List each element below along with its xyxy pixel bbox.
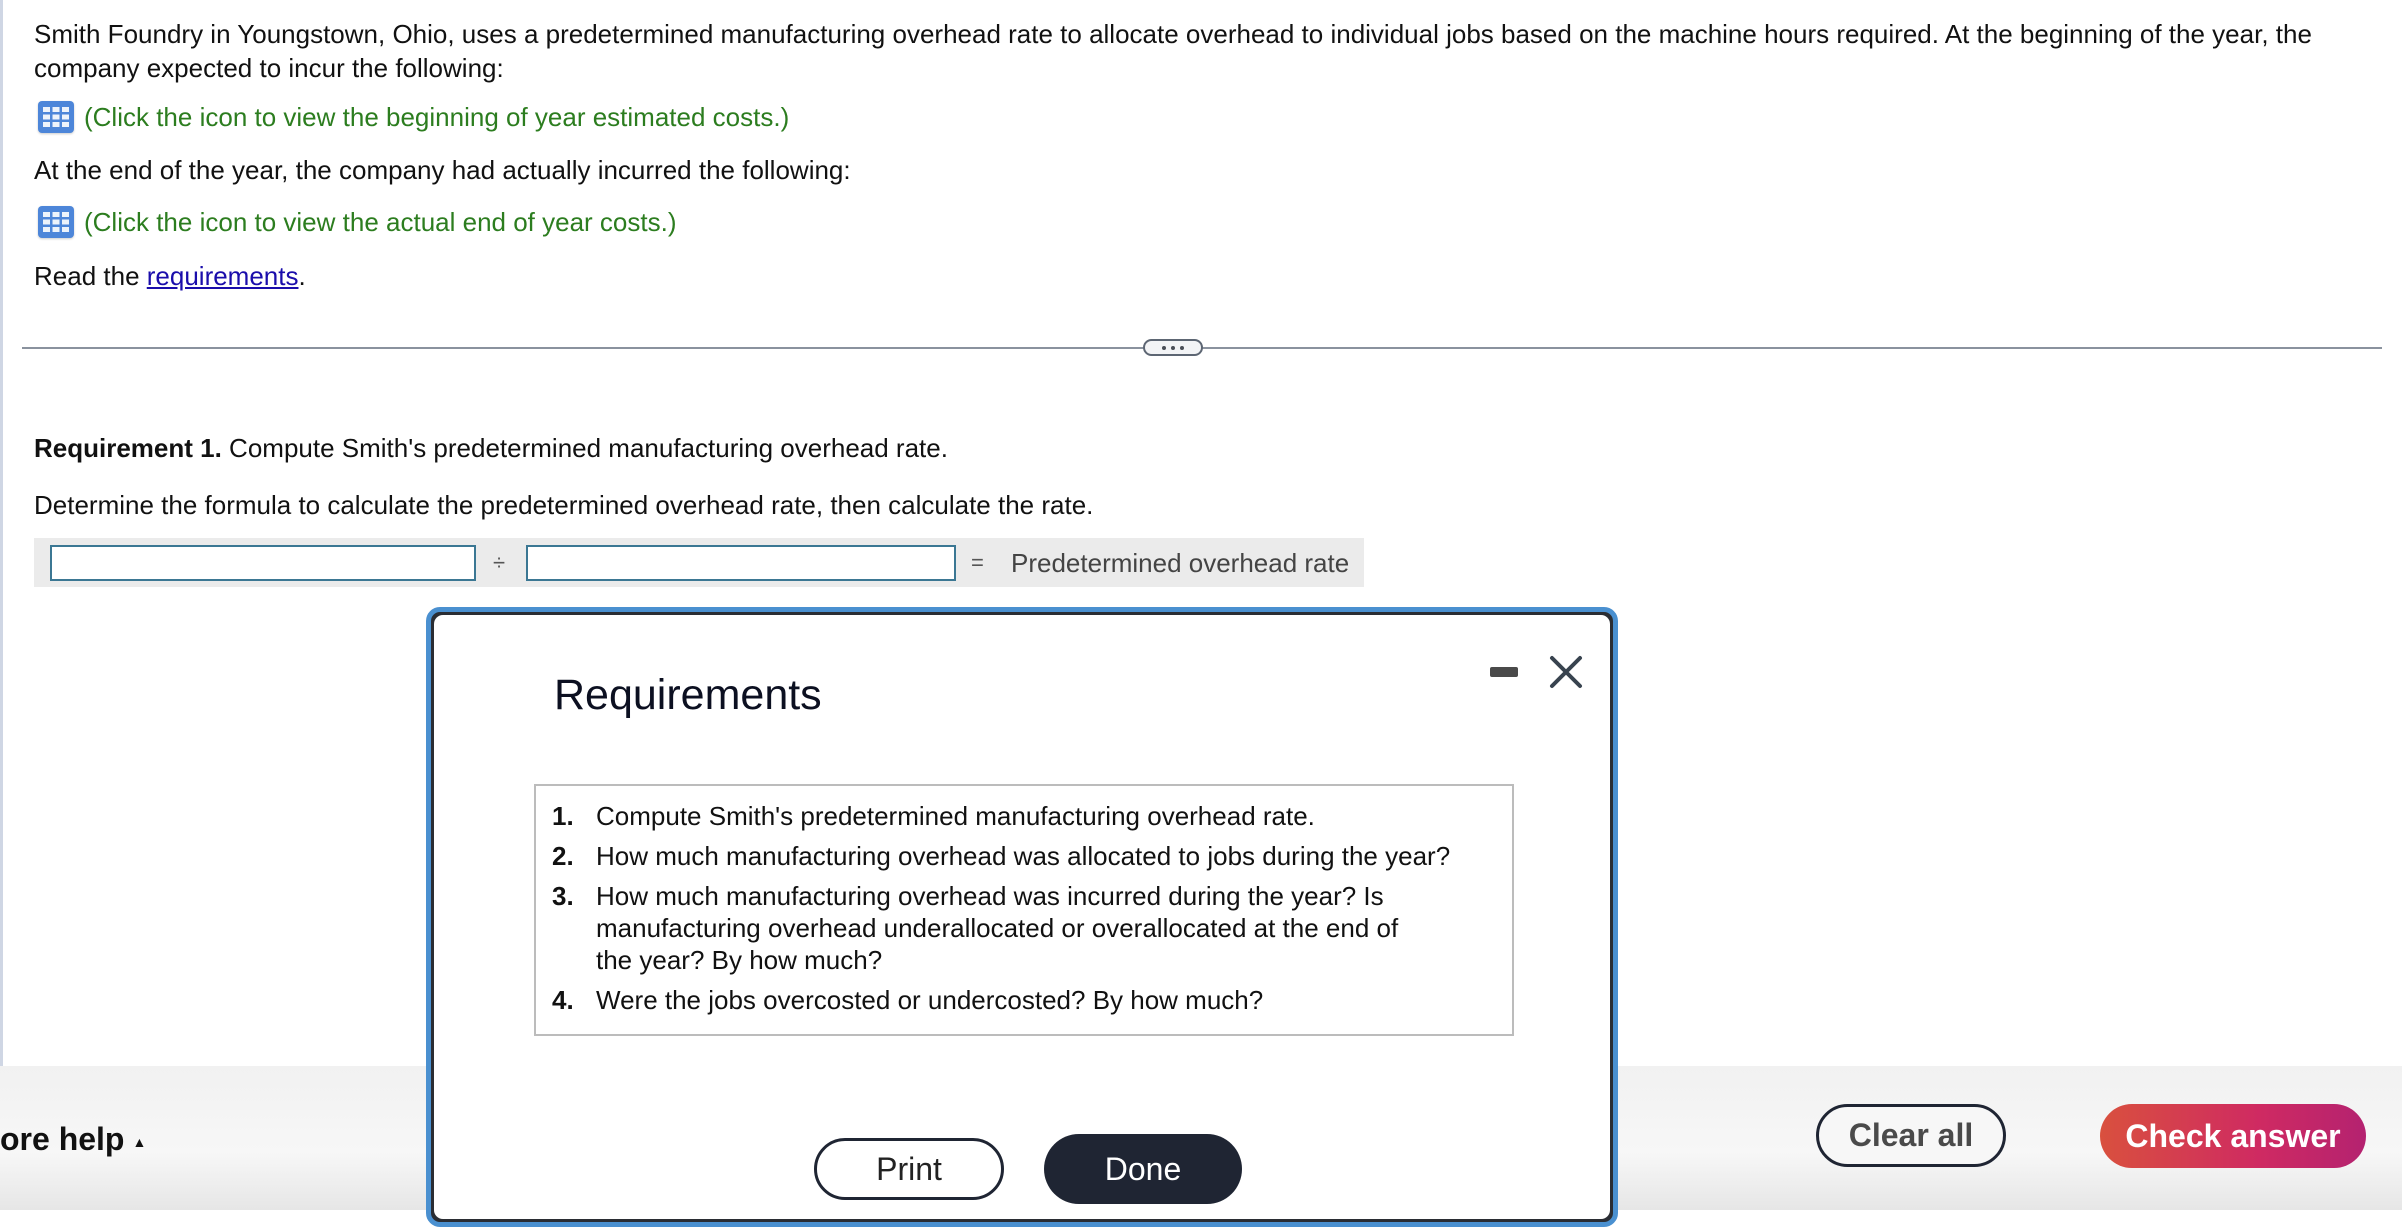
read-prefix: Read the	[34, 261, 147, 291]
formula-row: ÷ = Predetermined overhead rate	[34, 538, 1364, 587]
requirement-text: How much manufacturing overhead was allo…	[596, 841, 1451, 871]
requirement-item: 3. How much manufacturing overhead was in…	[552, 880, 1512, 976]
close-icon[interactable]	[1544, 650, 1588, 694]
get-more-help-button[interactable]: ore help ▲	[0, 1121, 146, 1158]
end-of-year-text: At the end of the year, the company had …	[34, 155, 851, 185]
minimize-icon[interactable]	[1490, 667, 1518, 677]
requirements-list-box: 1. Compute Smith's predetermined manufact…	[534, 784, 1514, 1036]
denominator-input[interactable]	[526, 545, 956, 581]
requirement-number: 3.	[552, 881, 574, 911]
check-answer-button[interactable]: Check answer	[2100, 1104, 2366, 1168]
estimated-costs-link[interactable]: (Click the icon to view the beginning of…	[38, 100, 789, 134]
read-suffix: .	[298, 261, 306, 291]
requirement-1-text: Compute Smith's predetermined manufactur…	[221, 433, 948, 463]
modal-title: Requirements	[554, 671, 822, 719]
formula-result-label: Predetermined overhead rate	[1011, 548, 1350, 578]
requirement-text: How much manufacturing overhead was incu…	[596, 881, 1399, 975]
requirements-link[interactable]: requirements	[147, 261, 299, 291]
numerator-input[interactable]	[50, 545, 476, 581]
done-button[interactable]: Done	[1044, 1134, 1242, 1204]
problem-intro: Smith Foundry in Youngstown, Ohio, uses …	[34, 19, 2312, 83]
requirements-modal: Requirements 1. Compute Smith's predeterm…	[426, 607, 1618, 1227]
requirement-text: Were the jobs overcosted or undercosted?…	[596, 985, 1264, 1015]
requirement-item: 4. Were the jobs overcosted or undercoste…	[552, 984, 1512, 1016]
actual-costs-link[interactable]: (Click the icon to view the actual end o…	[38, 205, 677, 239]
requirement-1-label: Requirement 1.	[34, 433, 222, 463]
requirement-item: 1. Compute Smith's predetermined manufact…	[552, 800, 1512, 832]
requirement-number: 4.	[552, 985, 574, 1015]
expand-collapse-handle[interactable]	[1143, 339, 1203, 356]
modal-body: Requirements 1. Compute Smith's predeterm…	[434, 615, 1610, 1219]
table-icon[interactable]	[38, 101, 74, 133]
requirement-item: 2. How much manufacturing overhead was al…	[552, 840, 1512, 872]
requirement-number: 2.	[552, 841, 574, 871]
read-requirements: Read the requirements.	[34, 259, 306, 293]
divide-operator: ÷	[493, 550, 506, 575]
clear-all-button[interactable]: Clear all	[1816, 1104, 2006, 1167]
actual-costs-link-text[interactable]: (Click the icon to view the actual end o…	[84, 205, 677, 239]
estimated-costs-link-text[interactable]: (Click the icon to view the beginning of…	[84, 100, 789, 134]
dot-icon	[1162, 345, 1166, 350]
requirement-text: Compute Smith's predetermined manufactur…	[596, 801, 1315, 831]
table-icon[interactable]	[38, 206, 74, 238]
more-help-label: ore help	[0, 1121, 125, 1157]
dot-icon	[1171, 345, 1175, 350]
dot-icon	[1180, 345, 1184, 350]
equals-sign: =	[971, 550, 984, 575]
requirement-number: 1.	[552, 801, 574, 831]
requirement-1-instruction: Determine the formula to calculate the p…	[34, 490, 1094, 520]
left-border	[0, 0, 3, 1066]
requirements-list: 1. Compute Smith's predetermined manufact…	[536, 786, 1512, 1016]
print-button[interactable]: Print	[814, 1138, 1004, 1200]
requirement-1-heading: Requirement 1. Compute Smith's predeterm…	[34, 431, 948, 465]
caret-up-icon: ▲	[132, 1133, 147, 1150]
